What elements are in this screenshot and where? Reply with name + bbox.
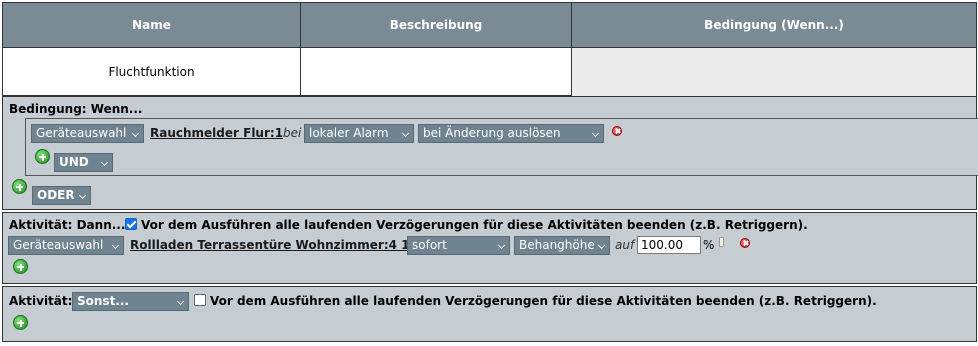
activity-else-title: Aktivität: — [9, 294, 73, 308]
condition-title: Bedingung: Wenn... — [9, 102, 143, 116]
unit-label: % — [703, 238, 715, 252]
change-select[interactable]: bei Änderung auslösen — [418, 124, 604, 143]
delete-activity-icon[interactable] — [740, 238, 750, 248]
bei-label: bei — [283, 126, 302, 140]
program-description-cell[interactable] — [301, 47, 572, 96]
add-condition-icon[interactable] — [35, 149, 50, 164]
program-condition-cell — [572, 47, 976, 96]
device-link-rauchmelder[interactable]: Rauchmelder Flur:1 — [150, 126, 283, 140]
program-name-cell[interactable]: Fluchtfunktion — [3, 47, 301, 96]
retrigger-checkbox[interactable] — [125, 218, 137, 230]
delete-condition-icon[interactable] — [612, 126, 622, 136]
add-group-icon[interactable] — [12, 179, 27, 194]
parameter-select[interactable]: Behanghöhe — [514, 236, 610, 255]
trigger-select[interactable]: lokaler Alarm — [304, 124, 414, 143]
sonst-select[interactable]: Sonst... — [72, 292, 189, 311]
retrigger-label-else: Vor dem Ausführen alle laufenden Verzöge… — [210, 294, 877, 308]
auf-label: auf — [615, 238, 635, 252]
timing-select[interactable]: sofort — [407, 236, 510, 255]
value-input[interactable]: 100.00 — [637, 236, 701, 254]
condition-group: Geräteauswahl Rauchmelder Flur:1 bei lok… — [25, 118, 978, 176]
activity-then-panel: Aktivität: Dann... Vor dem Ausführen all… — [2, 212, 977, 284]
program-table: Name Beschreibung Bedingung (Wenn...) Fl… — [2, 2, 977, 96]
retrigger-label: Vor dem Ausführen alle laufenden Verzöge… — [141, 218, 808, 232]
note-icon[interactable] — [719, 237, 724, 247]
device-select[interactable]: Geräteauswahl — [31, 124, 144, 143]
activity-then-title: Aktivität: Dann... — [9, 218, 126, 232]
column-header-name[interactable]: Name — [3, 3, 301, 47]
column-header-beschreibung[interactable]: Beschreibung — [301, 3, 572, 47]
condition-panel: Bedingung: Wenn... Geräteauswahl Rauchme… — [2, 96, 978, 210]
add-activity-icon[interactable] — [13, 259, 28, 274]
device-link-rollladen[interactable]: Rollladen Terrassentüre Wohnzimmer:4 1 — [130, 238, 410, 252]
add-else-activity-icon[interactable] — [13, 315, 28, 330]
und-select[interactable]: UND — [54, 153, 113, 172]
device-select-activity[interactable]: Geräteauswahl — [8, 236, 124, 255]
activity-else-panel: Aktivität: Sonst... Vor dem Ausführen al… — [2, 286, 977, 342]
oder-select[interactable]: ODER — [32, 186, 91, 205]
column-header-bedingung[interactable]: Bedingung (Wenn...) — [572, 3, 976, 47]
retrigger-checkbox-else[interactable] — [194, 294, 206, 306]
